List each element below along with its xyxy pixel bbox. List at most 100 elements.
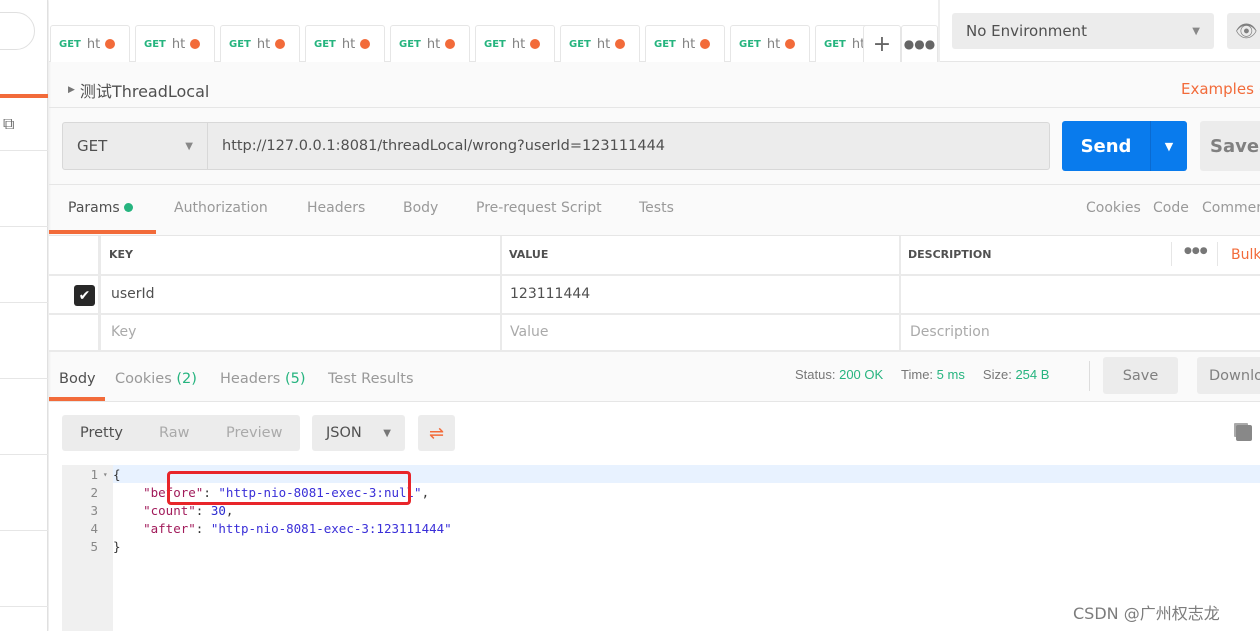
line-number: 1 [90,467,98,482]
tab-name: ht [171,36,186,52]
tab-pre-request-script[interactable]: Pre-request Script [476,200,602,216]
view-mode-group: Pretty Raw Preview [62,415,300,451]
code-token: , [225,503,234,518]
line-number: 3 [90,503,98,518]
tab-body[interactable]: Body [403,200,438,216]
request-tab[interactable]: GET ht [645,25,725,62]
request-tab[interactable]: GET ht [730,25,810,62]
tab-method: GET [144,38,166,50]
unsaved-dot-icon [530,39,541,49]
request-tab[interactable]: GET ht [560,25,640,62]
param-enabled-checkbox[interactable]: ✔ [74,285,95,306]
format-select[interactable]: JSON ▼ [312,415,405,451]
code-token: "http-nio-8081-exec-3:123111444" [210,521,452,536]
tab-name: ht [341,36,356,52]
code-token: { [113,467,121,482]
response-meta: Status: 200 OK Time: 5 ms Size: 254 B [795,367,1050,382]
active-tab-underline [49,230,156,234]
params-active-dot [124,203,134,212]
preview-button[interactable]: Preview [226,425,282,441]
new-key-input[interactable]: Key [111,324,136,340]
raw-button[interactable]: Raw [159,425,190,441]
comments-link[interactable]: Comments [1202,200,1260,216]
environment-select[interactable]: No Environment ▼ [952,13,1214,49]
response-tab-headers[interactable]: Headers (5) [220,371,306,387]
eye-icon[interactable]: 👁 [1227,13,1260,49]
tab-method: GET [569,38,591,50]
highlight-box [167,471,411,505]
column-header-key: KEY [109,248,134,261]
sidebar-active-indicator [0,94,48,98]
param-key[interactable]: userId [111,286,155,302]
request-tab[interactable]: GET ht [50,25,130,62]
response-time: 5 ms [936,367,965,382]
new-description-input[interactable]: Description [910,324,990,340]
request-tab[interactable]: GET ht [135,25,215,62]
tab-headers[interactable]: Headers [307,200,365,216]
code-link[interactable]: Code [1153,200,1189,216]
save-request-button[interactable]: Save [1200,121,1260,171]
status-code: 200 OK [839,367,884,382]
unsaved-dot-icon [445,39,456,49]
column-header-description: DESCRIPTION [908,248,992,261]
method-select[interactable]: GET ▼ [62,122,208,170]
tab-name: ht [596,36,611,52]
tab-tests[interactable]: Tests [639,200,674,216]
send-button[interactable]: Send [1062,121,1150,171]
tab-method: GET [229,38,251,50]
new-value-input[interactable]: Value [510,324,548,340]
wrap-lines-icon[interactable]: ⇌ [418,415,455,451]
unsaved-dot-icon [190,39,201,49]
tab-name: ht [511,36,526,52]
request-name[interactable]: ▶ 测试ThreadLocal [68,78,209,102]
new-tab-button[interactable]: + [863,25,901,62]
more-options-icon[interactable]: ●●● [1184,246,1208,256]
save-response-button[interactable]: Save [1103,357,1178,394]
request-tab[interactable]: GET ht [390,25,470,62]
sidebar-search-input[interactable] [0,12,35,50]
unsaved-dot-icon [785,39,796,49]
copy-icon[interactable] [1236,425,1252,441]
send-options-chevron-icon[interactable]: ▼ [1150,121,1187,171]
caret-right-icon: ▶ [68,85,75,95]
new-collection-icon[interactable]: ⧉ [3,114,14,134]
code-token: } [113,539,121,554]
pretty-button[interactable]: Pretty [80,425,123,441]
response-tab-test-results[interactable]: Test Results [328,371,414,387]
chevron-down-icon: ▼ [1192,25,1200,37]
tab-method: GET [314,38,336,50]
bulk-edit-link[interactable]: Bulk Edit [1231,247,1260,263]
code-token: "count" [143,503,196,518]
code-line: 4 "after": "http-nio-8081-exec-3:1231114… [62,520,1260,538]
tab-name: ht [426,36,441,52]
param-value[interactable]: 123111444 [510,286,590,302]
examples-link[interactable]: Examples (0 [1181,80,1260,98]
unsaved-dot-icon [700,39,711,49]
response-size: 254 B [1015,367,1050,382]
code-token: : [195,521,211,536]
download-button[interactable]: Download [1197,357,1260,394]
params-table: KEY VALUE DESCRIPTION ●●● Bulk Edit ✔ us… [49,235,1260,352]
watermark: CSDN @广州权志龙 [1073,604,1220,623]
url-input[interactable]: http://127.0.0.1:8081/threadLocal/wrong?… [207,122,1050,170]
tab-name: ht [256,36,271,52]
cookies-link[interactable]: Cookies [1086,200,1141,216]
tab-name: ht [681,36,696,52]
code-token: 30 [210,503,226,518]
request-tab[interactable]: GET ht [305,25,385,62]
chevron-down-icon: ▼ [383,427,391,439]
tab-method: GET [654,38,676,50]
more-tabs-icon[interactable]: ●●● [901,25,938,62]
tab-method: GET [739,38,761,50]
tab-params[interactable]: Params [68,200,134,216]
code-token: : [195,503,211,518]
request-tab[interactable]: GET ht [220,25,300,62]
unsaved-dot-icon [615,39,626,49]
response-tab-body[interactable]: Body [59,371,96,387]
request-tab[interactable]: GET ht [815,25,870,62]
request-tab[interactable]: GET ht [475,25,555,62]
response-tab-cookies[interactable]: Cookies (2) [115,371,197,387]
tab-authorization[interactable]: Authorization [174,200,268,216]
